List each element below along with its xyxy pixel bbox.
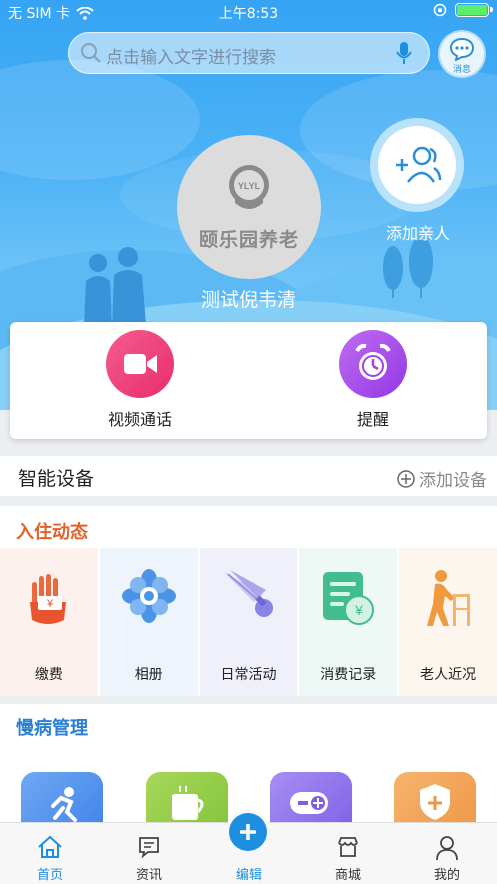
tab-edit-label: 编辑 xyxy=(235,868,262,883)
tile-consumption[interactable]: ¥ 消费记录 xyxy=(299,548,398,696)
profile-avatar[interactable]: YLYL 颐乐园养老 xyxy=(177,135,321,279)
status-bar: 无 SIM 卡 上午8:53 xyxy=(0,0,497,24)
tile-elderly-status[interactable]: 老人近况 xyxy=(399,548,497,696)
payment-hand-icon: ¥ xyxy=(29,574,66,624)
album-flower-icon xyxy=(121,569,176,623)
tab-news-label: 资讯 xyxy=(135,868,162,883)
video-call-circle xyxy=(106,330,174,398)
message-label: 消息 xyxy=(452,65,471,75)
edit-plus-icon xyxy=(240,824,256,840)
devices-title: 智能设备 xyxy=(18,468,95,490)
person-name: 测试倪韦清 xyxy=(200,289,296,311)
tab-store[interactable]: 商城 xyxy=(298,823,398,884)
edit-plus-button[interactable] xyxy=(229,813,267,851)
video-call-label: 视频通话 xyxy=(107,410,172,429)
reminder-button[interactable]: 提醒 xyxy=(303,330,443,430)
reminder-label: 提醒 xyxy=(356,410,389,429)
message-button[interactable]: 消息 xyxy=(440,32,484,76)
badminton-icon xyxy=(224,570,274,617)
tab-bar: 首页 资讯 编辑 商城 我的 xyxy=(0,813,497,884)
reminder-circle xyxy=(339,330,407,398)
tab-home-label: 首页 xyxy=(36,868,63,883)
profile-icon xyxy=(436,836,458,861)
video-camera-icon xyxy=(124,354,157,374)
running-tile[interactable] xyxy=(21,772,103,822)
search-input[interactable]: 点击输入文字进行搜索 xyxy=(68,32,430,74)
tab-edit[interactable]: 编辑 xyxy=(199,813,299,884)
svg-text:¥: ¥ xyxy=(354,602,363,618)
medical-card-icon xyxy=(290,792,328,814)
chronic-title: 慢病管理 xyxy=(16,718,88,739)
add-device-label: 添加设备 xyxy=(419,471,487,491)
microphone-icon[interactable] xyxy=(396,41,412,65)
video-call-button[interactable]: 视频通话 xyxy=(70,330,210,430)
shield-plus-icon xyxy=(420,784,450,820)
search-icon xyxy=(81,43,101,63)
tab-profile[interactable]: 我的 xyxy=(397,823,497,884)
health-tile[interactable] xyxy=(394,772,476,822)
tile-consumption-label: 消费记录 xyxy=(320,667,377,683)
logo-emblem-icon: YLYL xyxy=(229,165,269,209)
add-relative-label: 添加亲人 xyxy=(385,224,450,243)
status-time: 上午8:53 xyxy=(218,6,279,22)
tile-elderly-status-label: 老人近况 xyxy=(420,667,477,683)
store-icon xyxy=(338,837,358,857)
tab-home[interactable]: 首页 xyxy=(0,823,100,884)
tab-news[interactable]: 资讯 xyxy=(99,823,199,884)
tab-profile-label: 我的 xyxy=(433,868,460,883)
tab-store-label: 商城 xyxy=(334,868,361,883)
quick-actions-card: 视频通话 提醒 xyxy=(10,322,487,439)
medicine-tile[interactable] xyxy=(270,772,352,822)
tile-payment[interactable]: ¥ 缴费 xyxy=(0,548,98,696)
elderly-walker-icon xyxy=(427,570,471,626)
tile-payment-label: 缴费 xyxy=(34,667,63,683)
tile-album[interactable]: 相册 xyxy=(99,548,198,696)
news-icon xyxy=(139,837,159,859)
checkin-title: 入住动态 xyxy=(16,522,88,543)
home-icon xyxy=(38,835,62,858)
logo-small-text: YLYL xyxy=(238,181,261,191)
battery-icon xyxy=(455,3,493,17)
logo-text: 颐乐园养老 xyxy=(198,229,299,251)
tea-tile[interactable] xyxy=(146,772,228,822)
add-user-icon xyxy=(396,146,442,183)
checkin-tiles: ¥ 缴费 相册 日常活动 ¥ 消费记录 老人近况 xyxy=(0,548,497,696)
consumption-record-icon: ¥ xyxy=(323,572,375,625)
chat-bubble-icon xyxy=(449,37,475,61)
plus-circle-icon xyxy=(397,469,415,488)
running-icon xyxy=(51,787,77,822)
orientation-lock-icon xyxy=(433,3,447,17)
add-device-button[interactable]: 添加设备 xyxy=(397,466,487,491)
search-placeholder: 点击输入文字进行搜索 xyxy=(106,48,276,68)
tea-cup-icon xyxy=(172,786,204,820)
tile-daily-activity[interactable]: 日常活动 xyxy=(199,548,298,696)
tile-album-label: 相册 xyxy=(134,667,163,683)
tile-daily-activity-label: 日常活动 xyxy=(220,667,277,683)
alarm-clock-icon xyxy=(355,343,391,380)
add-relative-button[interactable] xyxy=(370,118,464,212)
svg-text:¥: ¥ xyxy=(46,598,54,610)
